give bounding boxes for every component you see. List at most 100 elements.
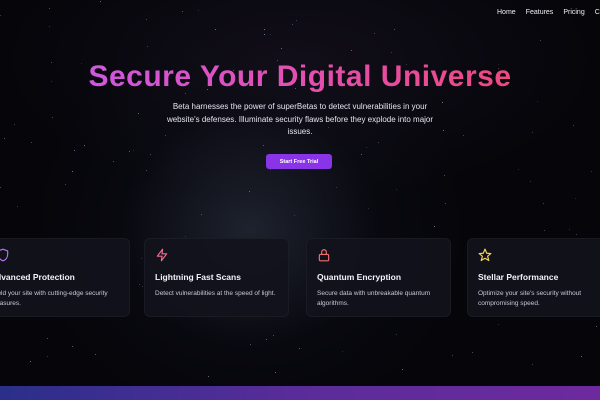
feature-card-protection: dvanced Protection ield your site with c… (0, 238, 130, 317)
star-dot (139, 284, 140, 285)
feature-description: Optimize your site's security without co… (478, 290, 582, 307)
star-dot (391, 52, 392, 53)
star-dot (591, 171, 592, 172)
star-dot (366, 147, 367, 148)
star-dot (147, 46, 148, 47)
star-dot (150, 154, 151, 155)
star-dot (146, 170, 147, 171)
hero-title: Secure Your Digital Universe (0, 60, 600, 94)
star-dot (532, 364, 533, 365)
star-dot (351, 50, 352, 51)
star-dot (4, 138, 5, 139)
star-dot (472, 352, 473, 353)
star-dot (47, 356, 48, 357)
star-dot (129, 151, 130, 152)
star-dot (215, 29, 216, 30)
star-dot (575, 198, 576, 199)
star-dot (72, 171, 73, 172)
star-dot (113, 161, 114, 162)
star-dot (463, 135, 464, 136)
star-dot (296, 20, 297, 21)
top-nav: Home Features Pricing Co (497, 9, 600, 16)
nav-home[interactable]: Home (497, 9, 516, 16)
star-dot (378, 142, 379, 143)
star-dot (394, 29, 395, 30)
feature-description: Secure data with unbreakable quantum alg… (317, 290, 431, 307)
star-dot (518, 169, 519, 170)
star-dot (17, 206, 18, 207)
star-dot (84, 145, 85, 146)
nav-features[interactable]: Features (526, 9, 554, 16)
nav-contact[interactable]: Co (595, 9, 600, 16)
star-dot (133, 150, 134, 151)
star-dot (250, 344, 251, 345)
star-dot (294, 215, 295, 216)
star-dot (142, 286, 143, 287)
star-dot (368, 208, 369, 209)
star-dot (540, 40, 541, 41)
feature-title: Quantum Encryption (317, 272, 402, 282)
star-dot (65, 184, 66, 185)
star-dot (544, 230, 545, 231)
star-dot (299, 348, 300, 349)
landing-page: a Home Features Pricing Co Secure Your D… (0, 0, 600, 400)
star-dot (596, 326, 597, 327)
star-dot (52, 117, 53, 118)
star-dot (185, 236, 186, 237)
star-dot (95, 354, 96, 355)
star-dot (141, 258, 142, 259)
star-dot (281, 48, 282, 49)
feature-card-performance: Stellar Performance Optimize your site's… (467, 238, 600, 317)
star-dot (31, 142, 32, 143)
start-free-trial-button[interactable]: Start Free Trial (266, 154, 332, 169)
star-dot (263, 145, 264, 146)
star-dot (14, 124, 15, 125)
star-dot (498, 324, 499, 325)
feature-title: Stellar Performance (478, 272, 559, 282)
star-dot (445, 203, 446, 204)
star-dot (292, 24, 293, 25)
nav-pricing[interactable]: Pricing (563, 9, 584, 16)
star-dot (201, 214, 202, 215)
star-dot (208, 376, 209, 377)
star-dot (47, 338, 48, 339)
star-dot (361, 154, 362, 155)
star-dot (396, 189, 397, 190)
shield-icon (0, 248, 9, 262)
star-dot (266, 339, 267, 340)
star-dot (342, 351, 343, 352)
star-dot (444, 175, 445, 176)
star-dot (49, 26, 50, 27)
star-dot (264, 34, 265, 35)
feature-description: ield your site with cutting-edge securit… (0, 290, 108, 307)
star-dot (396, 334, 397, 335)
lock-icon (318, 249, 330, 262)
star-dot (581, 356, 582, 357)
feature-description: Detect vulnerabilities at the speed of l… (155, 290, 276, 297)
footer-gradient-band (0, 386, 600, 400)
star-dot (576, 234, 577, 235)
hero-subtitle: Beta harnesses the power of superBetas t… (166, 102, 434, 137)
star-dot (434, 226, 435, 227)
star-dot (275, 372, 276, 373)
lightning-icon (156, 248, 168, 262)
star-dot (532, 132, 533, 133)
star-dot (374, 33, 375, 34)
feature-title: dvanced Protection (0, 272, 75, 282)
star-dot (0, 187, 1, 188)
feature-card-scans: Lightning Fast Scans Detect vulnerabilit… (144, 238, 289, 317)
star-dot (100, 1, 101, 2)
star-dot (249, 191, 250, 192)
star-dot (402, 369, 403, 370)
star-dot (530, 181, 531, 182)
star-dot (442, 102, 443, 103)
star-dot (146, 19, 147, 20)
star-dot (74, 150, 75, 151)
star-dot (182, 11, 183, 12)
star-dot (537, 101, 538, 102)
star-dot (30, 361, 31, 362)
star-dot (573, 125, 574, 126)
star-dot (336, 187, 337, 188)
star-dot (452, 355, 453, 356)
star-dot (198, 10, 199, 11)
